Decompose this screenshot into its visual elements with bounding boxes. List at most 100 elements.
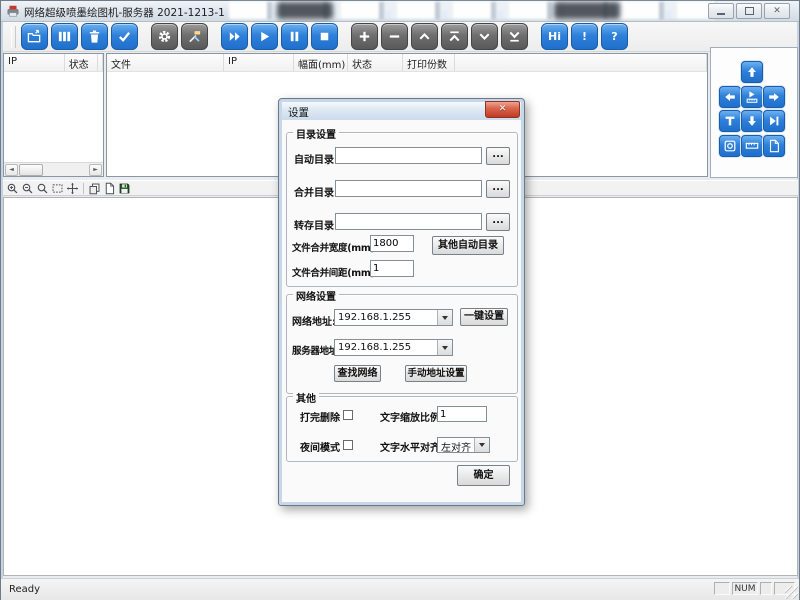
canvas-zoom-out-button[interactable] xyxy=(21,182,34,195)
toolbar-confirm-button[interactable] xyxy=(111,23,138,50)
toolbar-alert-button[interactable]: ! xyxy=(571,23,598,50)
minus-icon xyxy=(387,29,402,44)
merge-gap-input[interactable] xyxy=(370,260,414,277)
minimize-button[interactable] xyxy=(708,3,734,19)
toolbar-open-button[interactable] xyxy=(21,23,48,50)
toolbar-move-bottom-button[interactable] xyxy=(501,23,528,50)
panel-move-up-button[interactable] xyxy=(741,61,763,83)
network-address-combobox[interactable]: 192.168.1.255 xyxy=(334,309,453,326)
auto-dir-browse-button[interactable]: ... xyxy=(486,147,510,165)
side-button-panel xyxy=(710,47,798,178)
panel-preview-button[interactable] xyxy=(741,86,763,108)
preview-icon xyxy=(745,90,759,104)
maximize-icon xyxy=(745,7,754,15)
panel-document-button[interactable] xyxy=(763,135,785,157)
status-cell-empty xyxy=(760,582,772,595)
text-tool-icon xyxy=(723,114,737,128)
toolbar-help-button[interactable]: ? xyxy=(601,23,628,50)
toolbar-tools-button[interactable] xyxy=(181,23,208,50)
panel-camera-button[interactable] xyxy=(719,135,741,157)
transfer-dir-browse-button[interactable]: ... xyxy=(486,213,510,231)
toolbar-delete-button[interactable] xyxy=(81,23,108,50)
toolbar-move-down-button[interactable] xyxy=(471,23,498,50)
text-scale-input[interactable] xyxy=(437,406,487,422)
main-toolbar: Hi!? xyxy=(3,22,797,52)
maximize-button[interactable] xyxy=(736,3,762,19)
scroll-right-arrow[interactable]: ► xyxy=(89,164,102,176)
panel-move-left-button[interactable] xyxy=(719,86,741,108)
panel-move-right-button[interactable] xyxy=(763,86,785,108)
job-list-column-copies[interactable]: 打印份数 xyxy=(403,54,455,71)
panel-move-down-button[interactable] xyxy=(741,110,763,132)
panel-text-button[interactable] xyxy=(719,110,741,132)
text-align-combobox[interactable]: 左对齐 xyxy=(437,437,490,453)
auto-dir-input[interactable] xyxy=(335,147,482,164)
merge-dir-browse-button[interactable]: ... xyxy=(486,180,510,198)
delete-after-print-checkbox[interactable] xyxy=(343,410,353,420)
job-list-column-file[interactable]: 文件 xyxy=(107,54,224,71)
toolbar-send-all-button[interactable] xyxy=(221,23,248,50)
other-auto-dirs-button[interactable]: 其他自动目录 xyxy=(432,236,504,255)
server-address-combobox[interactable]: 192.168.1.255 xyxy=(334,339,453,356)
job-list-header: 文件IP幅面(mm)状态打印份数 xyxy=(107,54,707,72)
resize-grip[interactable] xyxy=(785,586,798,599)
canvas-copy-button[interactable] xyxy=(88,182,101,195)
ok-button[interactable]: 确定 xyxy=(457,465,510,486)
client-list[interactable]: IP状态 ◄ ► xyxy=(3,53,104,177)
toolbar-move-up-button[interactable] xyxy=(411,23,438,50)
canvas-zoom-in-button[interactable] xyxy=(6,182,19,195)
title-bar[interactable]: 网络超级喷墨绘图机-服务器 2021-1213-1 ✕ xyxy=(1,1,799,22)
close-button[interactable]: ✕ xyxy=(764,3,790,19)
quick-setup-button[interactable]: 一键设置 xyxy=(460,308,508,326)
chevron-down-icon xyxy=(442,316,448,320)
app-window: 网络超级喷墨绘图机-服务器 2021-1213-1 ✕ Hi!? IP状态 ◄ … xyxy=(0,0,800,600)
toolbar-columns-button[interactable] xyxy=(51,23,78,50)
transfer-dir-input[interactable] xyxy=(335,213,482,230)
server-address-dropdown[interactable] xyxy=(437,340,452,355)
canvas-select-area-button[interactable] xyxy=(51,182,64,195)
text-scale-label: 文字缩放比例 xyxy=(380,409,440,424)
toolbar-hi-button[interactable]: Hi xyxy=(541,23,568,50)
play-icon xyxy=(257,29,272,44)
canvas-pan-button[interactable] xyxy=(66,182,79,195)
toolbar-add-button[interactable] xyxy=(351,23,378,50)
pause-icon xyxy=(287,29,302,44)
camera-icon xyxy=(723,139,737,153)
merge-gap-label: 文件合并间距(mm) xyxy=(292,265,374,279)
panel-to-end-button[interactable] xyxy=(763,110,785,132)
scroll-left-arrow[interactable]: ◄ xyxy=(5,164,18,176)
job-list-column-status[interactable]: 状态 xyxy=(348,54,403,71)
manual-address-button[interactable]: 手动地址设置 xyxy=(405,365,467,382)
toolbar-move-top-button[interactable] xyxy=(441,23,468,50)
job-list-column-filler xyxy=(455,54,707,71)
canvas-save-button[interactable] xyxy=(118,182,131,195)
job-list-column-width[interactable]: 幅面(mm) xyxy=(294,54,348,71)
network-address-dropdown[interactable] xyxy=(437,310,452,325)
toolbar-grip[interactable] xyxy=(11,26,16,48)
job-list-column-ip[interactable]: IP xyxy=(224,54,294,71)
app-icon xyxy=(6,4,20,18)
merge-dir-input[interactable] xyxy=(335,180,482,197)
panel-measure-button[interactable] xyxy=(741,135,763,157)
gear-icon xyxy=(157,29,172,44)
auto-dir-label: 自动目录 xyxy=(294,151,334,166)
toolbar-start-button[interactable] xyxy=(251,23,278,50)
canvas-page-button[interactable] xyxy=(103,182,116,195)
night-mode-checkbox[interactable] xyxy=(343,440,353,450)
scroll-thumb[interactable] xyxy=(19,164,43,176)
dialog-close-button[interactable]: ✕ xyxy=(485,101,520,118)
client-list-column-status[interactable]: 状态 xyxy=(65,54,98,71)
toolbar-settings-button[interactable] xyxy=(151,23,178,50)
toolbar-pause-button[interactable] xyxy=(281,23,308,50)
toolbar-stop-button[interactable] xyxy=(311,23,338,50)
tools-icon xyxy=(187,29,202,44)
canvas-zoom-reset-button[interactable] xyxy=(36,182,49,195)
text-align-dropdown[interactable] xyxy=(474,438,489,452)
client-list-hscrollbar[interactable]: ◄ ► xyxy=(4,162,103,176)
client-list-column-ip[interactable]: IP xyxy=(4,54,65,71)
toolbar-buttons: Hi!? xyxy=(21,23,631,50)
toolbar-remove-button[interactable] xyxy=(381,23,408,50)
find-network-button[interactable]: 查找网络 xyxy=(334,365,381,382)
stop-icon xyxy=(317,29,332,44)
merge-width-input[interactable] xyxy=(370,235,414,252)
